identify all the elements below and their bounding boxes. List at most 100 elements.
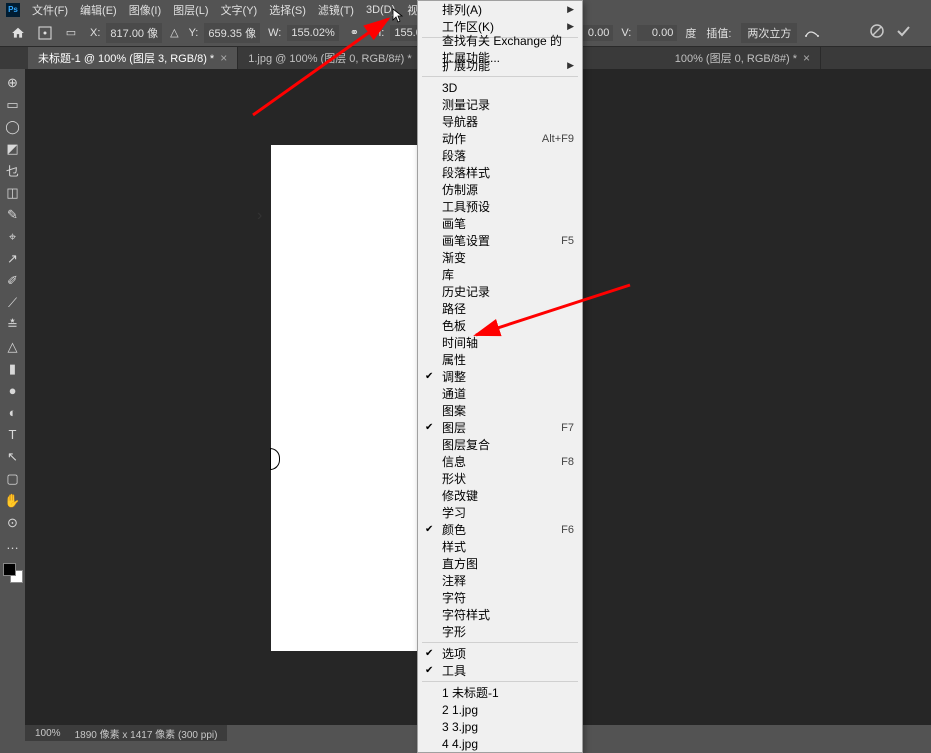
close-icon[interactable]: × <box>803 51 810 65</box>
anti-alias-icon[interactable] <box>801 22 823 44</box>
tool-shape[interactable]: ▢ <box>3 469 22 488</box>
menu-item[interactable]: 样式 <box>418 538 582 555</box>
menu-image[interactable]: 图像(I) <box>123 0 167 20</box>
menu-item-label: 路径 <box>442 300 466 317</box>
menu-item[interactable]: 通道 <box>418 385 582 402</box>
tool-history[interactable]: ⟋ <box>3 293 22 312</box>
menu-item[interactable]: 修改键 <box>418 487 582 504</box>
tool-eyedropper[interactable]: ✎ <box>3 205 22 224</box>
v-value[interactable]: 0.00 <box>637 25 677 41</box>
menu-item[interactable]: 形状 <box>418 470 582 487</box>
menu-file[interactable]: 文件(F) <box>26 0 74 20</box>
tool-type[interactable]: T <box>3 425 22 444</box>
commit-icon[interactable] <box>895 23 911 42</box>
tool-pen[interactable]: ◐ <box>3 403 22 422</box>
left-toolbar: ⊕ ▭ ◯ ◩ 乜 ◫ ✎ ⌖ ↗ ✐ ⟋ ≛ △ ▮ ● ◐ T ↖ ▢ ✋ … <box>0 69 25 725</box>
tool-hand[interactable]: ✋ <box>3 491 22 510</box>
tool-selection[interactable]: ◩ <box>3 139 22 158</box>
tab-4[interactable]: 100% (图层 0, RGB/8#) * × <box>665 47 821 69</box>
menu-item[interactable]: 扩展功能▶ <box>418 57 582 74</box>
menu-item[interactable]: 直方图 <box>418 555 582 572</box>
tool-gradient[interactable]: △ <box>3 337 22 356</box>
menu-3d[interactable]: 3D(D) <box>360 2 401 18</box>
tab-1[interactable]: 未标题-1 @ 100% (图层 3, RGB/8) * × <box>28 47 238 69</box>
menu-item[interactable]: 2 1.jpg <box>418 701 582 718</box>
menu-item[interactable]: 排列(A)▶ <box>418 1 582 18</box>
menu-layer[interactable]: 图层(L) <box>167 0 214 20</box>
tool-marquee[interactable]: ▭ <box>3 95 22 114</box>
menu-item[interactable]: 渐变 <box>418 249 582 266</box>
menu-item[interactable]: 字符 <box>418 589 582 606</box>
menu-item[interactable]: 路径 <box>418 300 582 317</box>
tool-zoom[interactable]: ⊙ <box>3 513 22 532</box>
tab-2[interactable]: 1.jpg @ 100% (图层 0, RGB/8#) * × <box>238 47 435 69</box>
menu-filter[interactable]: 滤镜(T) <box>312 0 360 20</box>
tool-dodge[interactable]: ● <box>3 381 22 400</box>
menu-type[interactable]: 文字(Y) <box>215 0 264 20</box>
color-swatches[interactable] <box>3 563 23 583</box>
menu-item[interactable]: 字符样式 <box>418 606 582 623</box>
menu-item[interactable]: 动作Alt+F9 <box>418 130 582 147</box>
tool-blur[interactable]: ▮ <box>3 359 22 378</box>
menu-item[interactable]: ✔选项 <box>418 645 582 662</box>
tool-frame[interactable]: ◫ <box>3 183 22 202</box>
menu-item-label: 调整 <box>442 368 466 385</box>
menu-item[interactable]: ✔颜色F6 <box>418 521 582 538</box>
y-value[interactable]: 659.35 像 <box>204 23 260 43</box>
foreground-color[interactable] <box>3 563 16 576</box>
menu-item-label: 图案 <box>442 402 466 419</box>
x-value[interactable]: 817.00 像 <box>106 23 162 43</box>
menu-item[interactable]: 属性 <box>418 351 582 368</box>
menu-item[interactable]: 画笔 <box>418 215 582 232</box>
menu-item[interactable]: 测量记录 <box>418 96 582 113</box>
menu-item[interactable]: 段落样式 <box>418 164 582 181</box>
menu-item[interactable]: 4 4.jpg <box>418 735 582 752</box>
tool-stamp[interactable]: ✐ <box>3 271 22 290</box>
menu-item[interactable]: 查找有关 Exchange 的扩展功能... <box>418 40 582 57</box>
menu-item[interactable]: 3 3.jpg <box>418 718 582 735</box>
cancel-icon[interactable] <box>869 23 885 42</box>
menu-item[interactable]: 画笔设置F5 <box>418 232 582 249</box>
menu-item[interactable]: 3D <box>418 79 582 96</box>
tool-eraser[interactable]: ≛ <box>3 315 22 334</box>
tool-heal[interactable]: ⌖ <box>3 227 22 246</box>
tool-crop[interactable]: 乜 <box>3 161 22 180</box>
menu-item-label: 图层 <box>442 419 466 436</box>
tool-brush[interactable]: ↗ <box>3 249 22 268</box>
menu-item[interactable]: 工具预设 <box>418 198 582 215</box>
menu-item[interactable]: 库 <box>418 266 582 283</box>
zoom-level[interactable]: 100% <box>35 728 61 739</box>
menu-item[interactable]: 历史记录 <box>418 283 582 300</box>
menu-item[interactable]: 图案 <box>418 402 582 419</box>
w-value[interactable]: 155.02% <box>287 25 339 41</box>
menu-item[interactable]: ✔图层F7 <box>418 419 582 436</box>
tri-label: △ <box>170 26 178 39</box>
menu-item[interactable]: 导航器 <box>418 113 582 130</box>
close-icon[interactable]: × <box>220 51 227 65</box>
menu-item[interactable]: 字形 <box>418 623 582 640</box>
menu-item[interactable]: 色板 <box>418 317 582 334</box>
menu-item[interactable]: 1 未标题-1 <box>418 684 582 701</box>
menu-item[interactable]: ✔调整 <box>418 368 582 385</box>
menu-select[interactable]: 选择(S) <box>263 0 312 20</box>
transform-ref-icon[interactable] <box>34 22 56 44</box>
menu-item[interactable]: 时间轴 <box>418 334 582 351</box>
tool-lasso[interactable]: ◯ <box>3 117 22 136</box>
interp-select[interactable]: 两次立方 <box>741 23 797 43</box>
menu-item[interactable]: 信息F8 <box>418 453 582 470</box>
menu-edit[interactable]: 编辑(E) <box>74 0 123 20</box>
menu-item[interactable]: 段落 <box>418 147 582 164</box>
home-icon[interactable] <box>6 22 30 44</box>
menu-item[interactable]: 学习 <box>418 504 582 521</box>
rect-icon[interactable]: ▭ <box>60 22 82 44</box>
tool-move[interactable]: ⊕ <box>3 73 22 92</box>
menu-item[interactable]: 注释 <box>418 572 582 589</box>
menu-item[interactable]: 仿制源 <box>418 181 582 198</box>
menu-item[interactable]: ✔工具 <box>418 662 582 679</box>
link-icon[interactable]: ⚭ <box>343 22 365 44</box>
menu-item[interactable]: 图层复合 <box>418 436 582 453</box>
tool-more[interactable]: … <box>3 535 22 554</box>
menu-item-label: 通道 <box>442 385 466 402</box>
menu-item-label: 信息 <box>442 453 466 470</box>
tool-path[interactable]: ↖ <box>3 447 22 466</box>
